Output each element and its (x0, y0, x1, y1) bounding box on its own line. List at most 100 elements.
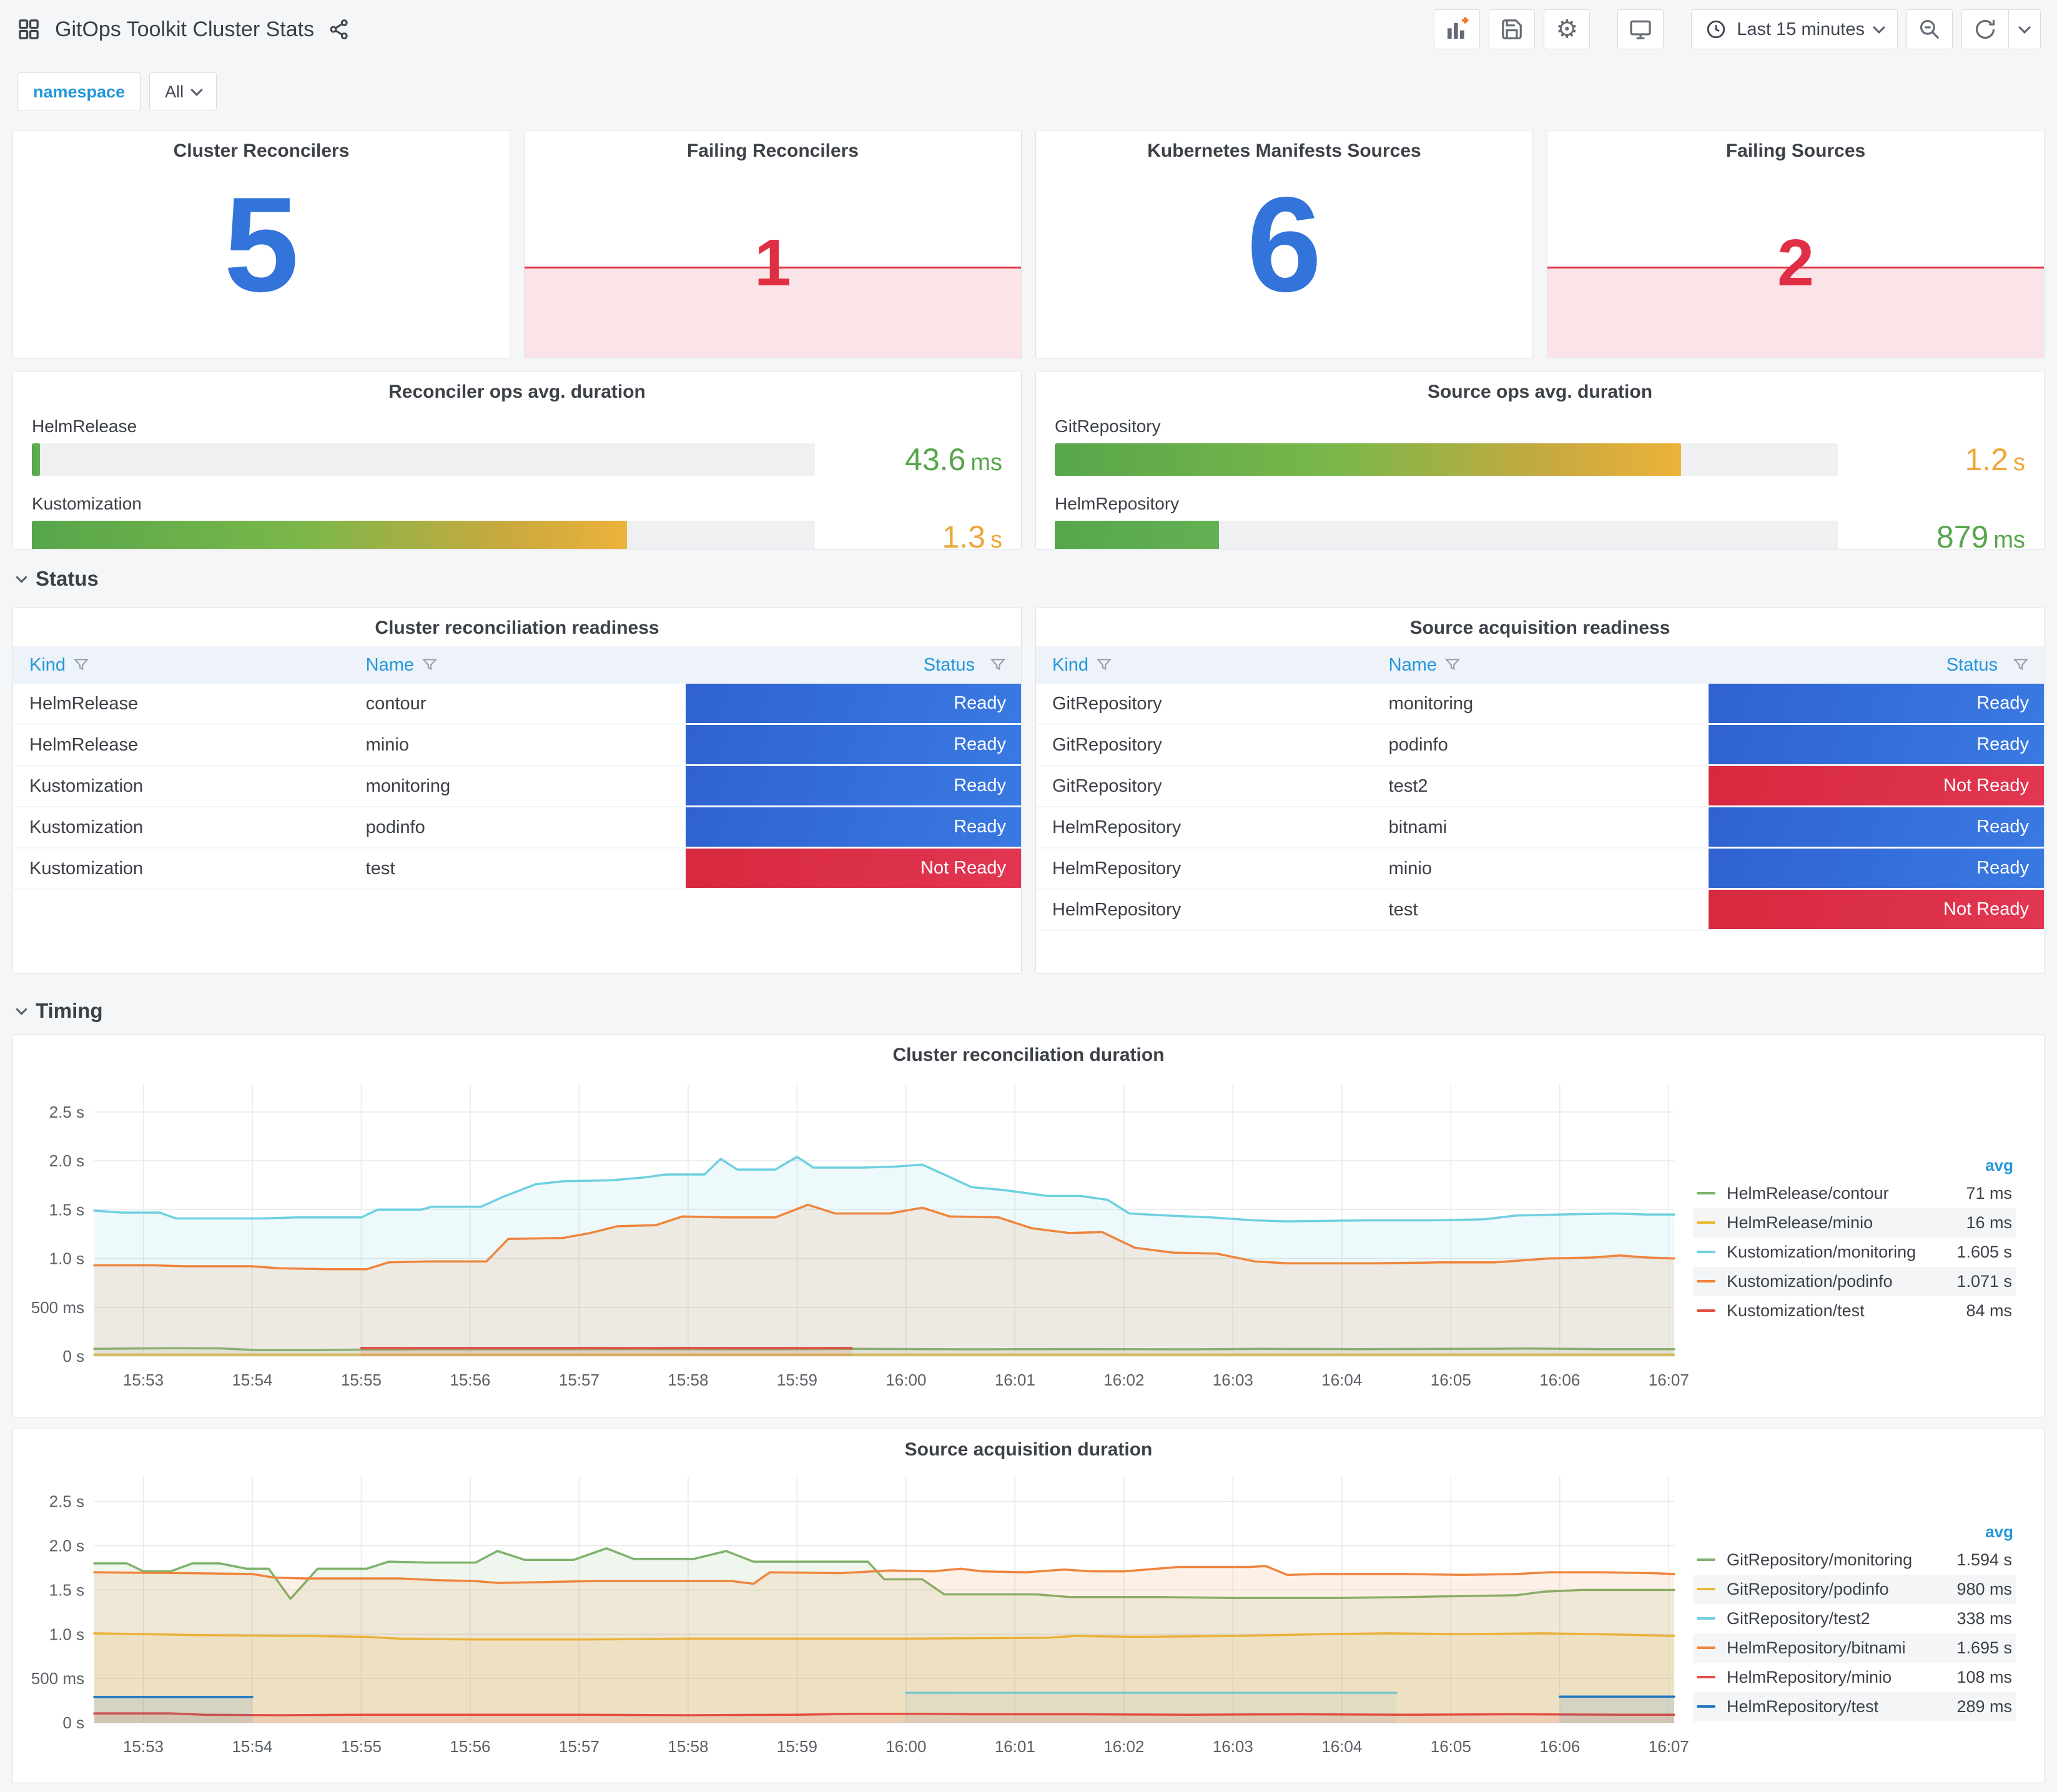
table-row[interactable]: Kustomization podinfo Ready (13, 807, 1021, 849)
legend-item[interactable]: HelmRepository/test 289 ms (1693, 1691, 2016, 1721)
legend-series-swatch (1697, 1647, 1715, 1649)
panel-title: Failing Reconcilers (686, 140, 859, 161)
legend-item[interactable]: GitRepository/test2 338 ms (1693, 1604, 2016, 1633)
bargauge-panel-reconciler-ops[interactable]: Reconciler ops avg. duration HelmRelease… (12, 371, 1022, 549)
svg-text:16:07: 16:07 (1649, 1737, 1689, 1756)
bargauge-panel-source-ops[interactable]: Source ops avg. duration GitRepository 1… (1035, 371, 2045, 549)
time-range-picker[interactable]: Last 15 minutes (1691, 9, 1898, 49)
section-title: Timing (36, 999, 103, 1022)
svg-text:1.5 s: 1.5 s (49, 1580, 84, 1599)
time-range-label: Last 15 minutes (1737, 19, 1865, 39)
table-row[interactable]: HelmRelease contour Ready (13, 684, 1021, 725)
chart-legend: avg GitRepository/monitoring 1.594 s GitRep… (1693, 1460, 2033, 1779)
collapse-chevron-icon (16, 1003, 27, 1015)
section-timing[interactable]: Timing (16, 999, 103, 1023)
column-header-status[interactable]: Status (686, 655, 1021, 676)
column-header-kind[interactable]: Kind (13, 655, 350, 676)
svg-text:16:07: 16:07 (1649, 1371, 1689, 1389)
column-header-name[interactable]: Name (350, 655, 686, 676)
dashboard-header: GitOps Toolkit Cluster Stats ⚙ Last 15 m… (0, 0, 2057, 50)
table-row[interactable]: GitRepository test2 Not Ready (1036, 766, 2044, 807)
cell-kind: GitRepository (1036, 766, 1373, 807)
table-row[interactable]: GitRepository monitoring Ready (1036, 684, 2044, 725)
variable-namespace-value-dropdown[interactable]: All (149, 72, 217, 111)
add-panel-button[interactable] (1434, 9, 1481, 49)
bargauge-gitrepository: GitRepository 1.2 s (1055, 416, 2025, 478)
table-row[interactable]: Kustomization monitoring Ready (13, 766, 1021, 807)
cycle-view-mode-button[interactable] (1617, 9, 1664, 49)
stat-panel-failing-reconcilers[interactable]: Failing Reconcilers 1 (524, 130, 1022, 358)
stat-panel-kubernetes-manifests-sources[interactable]: Kubernetes Manifests Sources 6 (1035, 130, 1533, 358)
legend-series-name: Kustomization/podinfo (1727, 1271, 1893, 1291)
table-row[interactable]: Kustomization test Not Ready (13, 849, 1021, 890)
legend-series-name: HelmRelease/contour (1727, 1183, 1889, 1203)
stat-panel-failing-sources[interactable]: Failing Sources 2 (1547, 130, 2045, 358)
column-header-name[interactable]: Name (1373, 655, 1709, 676)
column-header-status[interactable]: Status (1709, 655, 2044, 676)
legend-item[interactable]: HelmRepository/bitnami 1.695 s (1693, 1633, 2016, 1663)
share-icon[interactable] (328, 18, 350, 41)
legend-series-swatch (1697, 1251, 1715, 1253)
time-series-plot[interactable]: 0 s 500 ms 1.0 s 1.5 s 2.0 s 2.5 s 15:53 15:54 1… (13, 1460, 1693, 1779)
bar-label: Kustomization (32, 494, 142, 513)
bar-fill (1055, 443, 1682, 476)
legend-item[interactable]: HelmRelease/contour 71 ms (1693, 1179, 2016, 1208)
stat-value: 5 (224, 168, 299, 320)
bargauge-kustomization: Kustomization 1.3 s (32, 494, 1002, 549)
save-dashboard-button[interactable] (1489, 9, 1536, 49)
legend-item[interactable]: HelmRelease/minio 16 ms (1693, 1208, 2016, 1238)
svg-text:2.0 s: 2.0 s (49, 1151, 84, 1170)
legend-series-name: GitRepository/test2 (1727, 1608, 1870, 1628)
column-header-kind[interactable]: Kind (1036, 655, 1373, 676)
svg-text:2.5 s: 2.5 s (49, 1103, 84, 1121)
table-row[interactable]: HelmRepository bitnami Ready (1036, 807, 2044, 849)
legend-series-swatch (1697, 1280, 1715, 1282)
legend-series-name: GitRepository/monitoring (1727, 1550, 1913, 1569)
bar-label: HelmRelease (32, 416, 137, 436)
svg-text:1.0 s: 1.0 s (49, 1625, 84, 1643)
section-status[interactable]: Status (16, 567, 99, 591)
legend-item[interactable]: Kustomization/podinfo 1.071 s (1693, 1266, 2016, 1296)
cell-kind: Kustomization (13, 766, 350, 807)
table-panel-source-acquisition-readiness[interactable]: Source acquisition readiness Kind Name S… (1035, 607, 2045, 974)
cell-status-badge: Ready (1709, 849, 2044, 890)
filter-funnel-icon (73, 659, 89, 671)
legend-avg-header[interactable]: avg (1693, 1152, 2016, 1179)
panel-title: Cluster Reconcilers (173, 140, 350, 161)
cell-status-badge: Ready (686, 807, 1021, 849)
bar-track (32, 521, 815, 549)
panel-title: Source ops avg. duration (1427, 382, 1653, 402)
refresh-button[interactable] (1962, 10, 2008, 49)
dashboard-settings-button[interactable]: ⚙ (1544, 9, 1591, 49)
legend-series-name: HelmRepository/test (1727, 1696, 1879, 1716)
table-row[interactable]: GitRepository podinfo Ready (1036, 725, 2044, 766)
refresh-interval-button[interactable] (2008, 10, 2040, 49)
svg-text:15:56: 15:56 (450, 1371, 490, 1389)
table-panel-cluster-reconciliation-readiness[interactable]: Cluster reconciliation readiness Kind Na… (12, 607, 1022, 974)
legend-series-swatch (1697, 1309, 1715, 1312)
legend-item[interactable]: Kustomization/monitoring 1.605 s (1693, 1238, 2016, 1267)
filter-funnel-icon (422, 659, 438, 671)
legend-item[interactable]: GitRepository/monitoring 1.594 s (1693, 1545, 2016, 1575)
legend-item[interactable]: GitRepository/podinfo 980 ms (1693, 1574, 2016, 1604)
svg-text:16:02: 16:02 (1103, 1371, 1144, 1389)
legend-series-swatch (1697, 1221, 1715, 1224)
bargauge-helmrelease: HelmRelease 43.6 ms (32, 416, 1002, 478)
chart-panel-source-acquisition-duration[interactable]: Source acquisition duration 0 s 500 ms 1.0… (12, 1429, 2045, 1783)
chart-panel-cluster-reconciliation-duration[interactable]: Cluster reconciliation duration 0 s 500 m… (12, 1034, 2045, 1417)
table-row[interactable]: HelmRepository minio Ready (1036, 849, 2044, 890)
svg-text:0 s: 0 s (62, 1347, 84, 1366)
table-row[interactable]: HelmRelease minio Ready (13, 725, 1021, 766)
legend-series-name: HelmRepository/minio (1727, 1667, 1892, 1686)
zoom-out-button[interactable] (1907, 9, 1953, 49)
time-series-plot[interactable]: 0 s 500 ms 1.0 s 1.5 s 2.0 s 2.5 s 15:53 15:54 1… (13, 1066, 1693, 1411)
legend-item[interactable]: HelmRepository/minio 108 ms (1693, 1663, 2016, 1692)
legend-item[interactable]: Kustomization/test 84 ms (1693, 1296, 2016, 1326)
legend-avg-header[interactable]: avg (1693, 1519, 2016, 1545)
dashboard-grid-icon[interactable] (16, 17, 41, 42)
table-row[interactable]: HelmRepository test Not Ready (1036, 890, 2044, 931)
stat-panel-cluster-reconcilers[interactable]: Cluster Reconcilers 5 (12, 130, 510, 358)
cell-status-badge: Ready (1709, 725, 2044, 766)
cell-name: bitnami (1372, 807, 1709, 849)
gear-icon: ⚙ (1556, 15, 1579, 44)
